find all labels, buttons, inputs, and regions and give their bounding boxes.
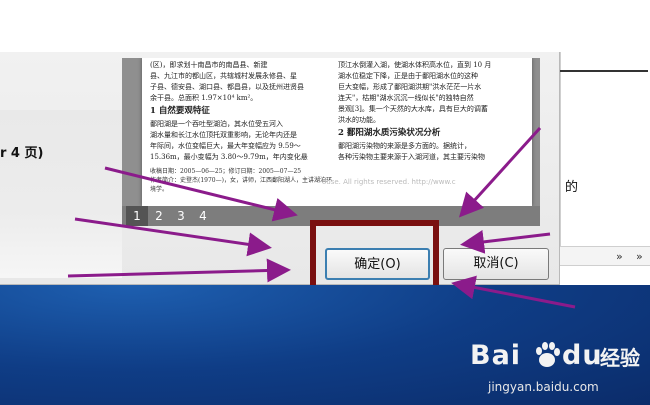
meta-line: 收稿日期：2005—06—25；修订日期：2005—07—25 bbox=[150, 168, 302, 175]
text-line: 鄱阳湖是一个吞吐型湖泊，其水位受五河入 bbox=[150, 120, 283, 128]
text-line: 洪水的功能。 bbox=[338, 116, 380, 124]
cancel-button[interactable]: 取消(C) bbox=[443, 248, 549, 280]
document-rule bbox=[560, 70, 648, 72]
paw-icon bbox=[536, 342, 560, 367]
text-line: 子县、德安县、湖口县、都昌县，以及抚州进贤县 bbox=[150, 83, 304, 91]
text-line: 县、九江市的都山区，共辖城村发展永修县、星 bbox=[150, 72, 297, 80]
text-line: 余干县。总面积 1.97×10⁴ km²。 bbox=[150, 94, 258, 102]
text-line: 湖水位稳定下降，正是由于鄱阳湖水位的这种 bbox=[338, 72, 478, 80]
logo-brand-b: du bbox=[562, 340, 603, 371]
text-line: 巨大变幅，形成了鄱阳湖洪期"洪水茫茫一片水 bbox=[338, 83, 482, 91]
right-panel-text: 的 bbox=[565, 180, 579, 195]
preview-left-column: (区)，即求划十南昌市的南昌县、新建 县、九江市的都山区，共辖城村发展永修县、星… bbox=[150, 60, 332, 194]
logo-brand-a: Bai bbox=[470, 340, 522, 371]
left-panel bbox=[0, 110, 122, 278]
preview-right-column: 顶江水倒灌入湖，使湖水体积高水位，直到 10 月 湖水位稳定下降，正是由于鄱阳湖… bbox=[338, 60, 520, 163]
text-line: 鄱阳湖污染物的来源是多方面的。据统计， bbox=[338, 142, 471, 150]
section-heading: 2 鄱阳湖水质污染状况分析 bbox=[338, 128, 441, 138]
text-line: 年际间，水位变幅巨大，最大年变幅应为 9.59～ bbox=[150, 142, 301, 150]
right-document-panel bbox=[560, 52, 650, 250]
section-heading: 1 自然要观特征 bbox=[150, 106, 210, 116]
page-button-1[interactable]: 1 bbox=[126, 206, 148, 226]
ok-button[interactable]: 确定(O) bbox=[325, 248, 430, 280]
text-line: 连天"，枯期"湖水沉沉一线似长"的独特自然 bbox=[338, 94, 474, 102]
baidu-jingyan-watermark: Bai du 经验 jingyan.baidu.com bbox=[470, 340, 645, 400]
chevron-down-icon[interactable]: » bbox=[616, 250, 623, 263]
text-line: (区)，即求划十南昌市的南昌县、新建 bbox=[150, 61, 268, 69]
print-preview[interactable]: (区)，即求划十南昌市的南昌县、新建 县、九江市的都山区，共辖城村发展永修县、星… bbox=[122, 58, 540, 226]
text-line: 15.36m，最小变幅为 3.80～9.79m，年内变化悬 bbox=[150, 153, 308, 161]
meta-line: 作者简介：史登杰(1970—)，女，讲师，江西鄱阳湖人，主讲湖泊环境学。 bbox=[150, 177, 332, 193]
left-panel-text: r 4 页) bbox=[0, 146, 44, 161]
chevron-down-icon[interactable]: » bbox=[636, 250, 643, 263]
text-line: 湖水量和长江水位顶托双重影响，无论年内还是 bbox=[150, 131, 297, 139]
top-background bbox=[0, 0, 650, 52]
page-selector: 1 2 3 4 bbox=[122, 206, 540, 226]
preview-page: (区)，即求划十南昌市的南昌县、新建 县、九江市的都山区，共辖城村发展永修县、星… bbox=[142, 58, 532, 206]
logo-sub: 经验 bbox=[600, 346, 640, 370]
watermark: ouse. All rights reserved. http://www.c bbox=[322, 178, 456, 186]
page-button-4[interactable]: 4 bbox=[192, 206, 214, 226]
text-line: 景观[3]。集一个天然的大水库，具有巨大的调蓄 bbox=[338, 105, 488, 113]
scroll-toolbar: » » bbox=[560, 246, 650, 266]
text-line: 各种污染物主要来源于入湖河道，其主要污染物 bbox=[338, 153, 485, 161]
text-line: 顶江水倒灌入湖，使湖水体积高水位，直到 10 月 bbox=[338, 61, 492, 69]
page-button-2[interactable]: 2 bbox=[148, 206, 170, 226]
page-button-3[interactable]: 3 bbox=[170, 206, 192, 226]
logo-url: jingyan.baidu.com bbox=[488, 380, 599, 394]
